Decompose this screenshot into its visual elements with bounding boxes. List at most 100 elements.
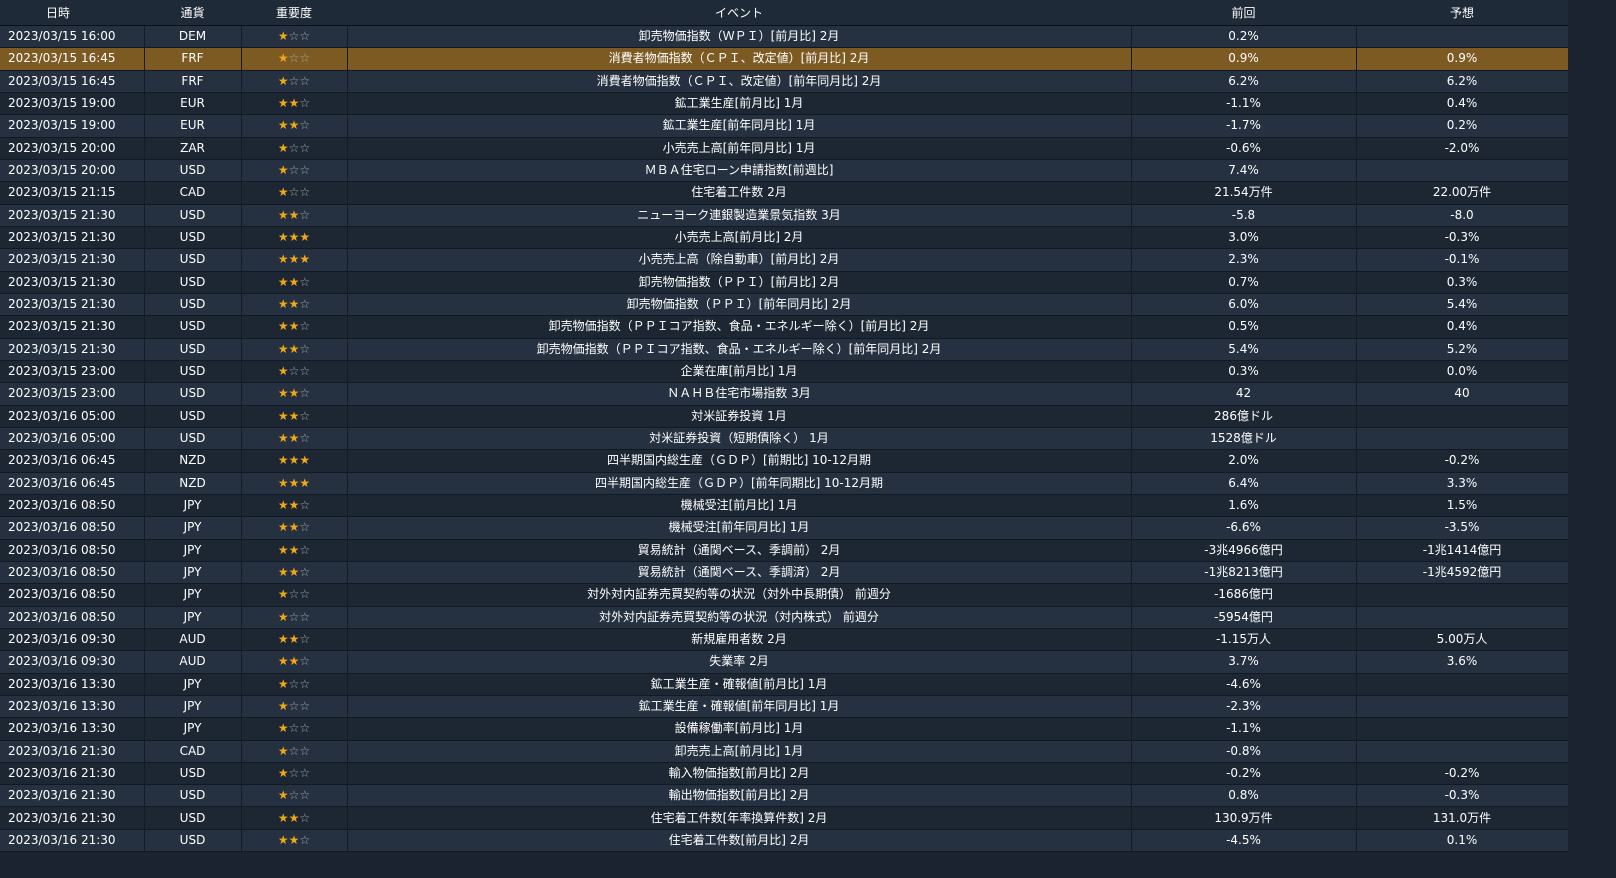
table-row[interactable]: 2023/03/15 21:30 USD ★★☆ 卸売物価指数（ＰＰＩコア指数、食品・… [0, 338, 1569, 361]
cell-importance: ★★☆ [241, 204, 348, 227]
table-row[interactable]: 2023/03/16 08:50 JPY ★★☆ 機械受注[前月比] 1月 1.6% 1.… [0, 494, 1569, 518]
cell-forecast: 3.6% [1356, 650, 1569, 674]
table-row[interactable]: 2023/03/16 13:30 JPY ★☆☆ 設備稼働率[前月比] 1月 -1.1% [0, 717, 1569, 741]
table-row[interactable]: 2023/03/16 08:50 JPY ★☆☆ 対外対内証券売買契約等の状況（対内株… [0, 606, 1569, 629]
star-empty-icon: ☆ [299, 386, 311, 401]
cell-currency: EUR [144, 114, 242, 138]
table-row[interactable]: 2023/03/16 06:45 NZD ★★★ 四半期国内総生産（ＧＤＰ）[前年同期… [0, 472, 1569, 495]
cell-currency: USD [144, 159, 242, 183]
table-row[interactable]: 2023/03/15 19:00 EUR ★★☆ 鉱工業生産[前月比] 1月 -1.1%… [0, 92, 1569, 116]
table-row[interactable]: 2023/03/16 09:30 AUD ★★☆ 新規雇用者数 2月 -1.15万人 5.… [0, 628, 1569, 652]
star-empty-icon: ☆ [299, 51, 311, 66]
cell-event: 対外対内証券売買契約等の状況（対外中長期債） 前週分 [347, 583, 1132, 607]
star-empty-icon: ☆ [299, 788, 311, 803]
cell-currency: NZD [144, 449, 242, 473]
table-row[interactable]: 2023/03/16 08:50 JPY ★★☆ 貿易統計（通関ベース、季調前） 2月… [0, 539, 1569, 562]
scrollbar-track[interactable] [1568, 0, 1616, 878]
table-row[interactable]: 2023/03/15 16:45 FRF ★☆☆ 消費者物価指数（ＣＰＩ、改定値）[前… [0, 70, 1569, 93]
table-row[interactable]: 2023/03/16 21:30 USD ★☆☆ 輸入物価指数[前月比] 2月 -0.2… [0, 762, 1569, 786]
column-header-forecast[interactable]: 予想 [1356, 0, 1568, 26]
column-header-importance[interactable]: 重要度 [241, 0, 347, 26]
table-row[interactable]: 2023/03/15 20:00 ZAR ★☆☆ 小売売上高[前年同月比] 1月 -0.… [0, 137, 1569, 160]
star-filled-icon: ★ [288, 207, 300, 222]
cell-date: 2023/03/15 16:45 [0, 70, 145, 93]
cell-date: 2023/03/16 08:50 [0, 583, 145, 607]
star-filled-icon: ★ [288, 810, 300, 825]
cell-previous: 6.0% [1131, 293, 1357, 317]
cell-event: 機械受注[前月比] 1月 [347, 494, 1132, 518]
star-empty-icon: ☆ [299, 520, 311, 535]
table-row[interactable]: 2023/03/16 21:30 USD ★★☆ 住宅着工件数[前月比] 2月 -4.5… [0, 829, 1569, 853]
economic-calendar: 日時 通貨 重要度 イベント 前回 予想 2023/03/15 16:00 DEM… [0, 0, 1569, 878]
table-row[interactable]: 2023/03/16 08:50 JPY ★☆☆ 対外対内証券売買契約等の状況（対外中… [0, 583, 1569, 607]
cell-date: 2023/03/15 16:00 [0, 25, 145, 49]
cell-currency: JPY [144, 673, 242, 696]
table-row[interactable]: 2023/03/15 19:00 EUR ★★☆ 鉱工業生産[前年同月比] 1月 -1.… [0, 114, 1569, 138]
star-empty-icon: ☆ [288, 587, 300, 602]
table-row[interactable]: 2023/03/15 21:30 USD ★★☆ 卸売物価指数（ＰＰＩ）[前月比] 2… [0, 271, 1569, 294]
table-row[interactable]: 2023/03/16 13:30 JPY ★☆☆ 鉱工業生産・確報値[前月比] 1月 -… [0, 673, 1569, 696]
table-row[interactable]: 2023/03/16 21:30 USD ★★☆ 住宅着工件数[年率換算件数] 2月 1… [0, 806, 1569, 830]
cell-importance: ★★☆ [241, 561, 348, 585]
cell-currency: USD [144, 226, 242, 250]
star-filled-icon: ★ [299, 252, 311, 267]
table-row[interactable]: 2023/03/15 21:30 USD ★★☆ 卸売物価指数（ＰＰＩコア指数、食品・… [0, 315, 1569, 339]
cell-date: 2023/03/16 21:30 [0, 784, 145, 808]
cell-importance: ★★☆ [241, 628, 348, 652]
table-row[interactable]: 2023/03/15 23:00 USD ★★☆ ＮＡＨＢ住宅市場指数 3月 42 40 [0, 382, 1569, 406]
cell-event: 卸売物価指数（ＰＰＩ）[前月比] 2月 [347, 271, 1132, 294]
table-row[interactable]: 2023/03/15 21:30 USD ★★☆ 卸売物価指数（ＰＰＩ）[前年同月比]… [0, 293, 1569, 317]
star-empty-icon: ☆ [299, 140, 311, 155]
star-filled-icon: ★ [277, 632, 289, 647]
table-row[interactable]: 2023/03/16 05:00 USD ★★☆ 対米証券投資 1月 286億ドル [0, 405, 1569, 428]
table-row[interactable]: 2023/03/15 21:30 USD ★★★ 小売売上高[前月比] 2月 3.0% -… [0, 226, 1569, 250]
table-row[interactable]: 2023/03/16 21:30 CAD ★☆☆ 卸売売上高[前月比] 1月 -0.8% [0, 740, 1569, 763]
table-row[interactable]: 2023/03/15 16:00 DEM ★☆☆ 卸売物価指数（ＷＰＩ）[前月比] 2… [0, 25, 1569, 49]
star-filled-icon: ★ [277, 498, 289, 513]
table-row[interactable]: 2023/03/15 20:00 USD ★☆☆ ＭＢＡ住宅ローン申請指数[前週比] 7… [0, 159, 1569, 183]
cell-currency: JPY [144, 516, 242, 540]
column-header-date[interactable]: 日時 [0, 0, 144, 26]
star-empty-icon: ☆ [299, 207, 311, 222]
table-row[interactable]: 2023/03/15 23:00 USD ★☆☆ 企業在庫[前月比] 1月 0.3% 0.… [0, 360, 1569, 384]
column-header-previous[interactable]: 前回 [1131, 0, 1356, 26]
cell-event: 小売売上高[前年同月比] 1月 [347, 137, 1132, 160]
column-header-currency[interactable]: 通貨 [144, 0, 241, 26]
table-row[interactable]: 2023/03/16 05:00 USD ★★☆ 対米証券投資（短期債除く） 1月 15… [0, 427, 1569, 451]
cell-currency: ZAR [144, 137, 242, 160]
cell-importance: ★☆☆ [241, 47, 348, 71]
cell-date: 2023/03/15 21:15 [0, 181, 145, 205]
cell-date: 2023/03/16 06:45 [0, 449, 145, 473]
cell-currency: USD [144, 315, 242, 339]
table-row[interactable]: 2023/03/16 08:50 JPY ★★☆ 機械受注[前年同月比] 1月 -6.6… [0, 516, 1569, 540]
table-row[interactable]: 2023/03/15 21:30 USD ★★★ 小売売上高（除自動車）[前月比] 2… [0, 248, 1569, 272]
table-row[interactable]: 2023/03/16 09:30 AUD ★★☆ 失業率 2月 3.7% 3.6% [0, 650, 1569, 674]
table-row[interactable]: 2023/03/16 08:50 JPY ★★☆ 貿易統計（通関ベース、季調済） 2月… [0, 561, 1569, 585]
cell-forecast [1356, 427, 1569, 451]
star-empty-icon: ☆ [288, 140, 300, 155]
star-filled-icon: ★ [277, 297, 289, 312]
table-row[interactable]: 2023/03/15 21:15 CAD ★☆☆ 住宅着工件数 2月 21.54万件 22… [0, 181, 1569, 205]
cell-event: 鉱工業生産・確報値[前年同月比] 1月 [347, 695, 1132, 719]
star-filled-icon: ★ [277, 341, 289, 356]
cell-date: 2023/03/16 21:30 [0, 740, 145, 763]
cell-importance: ★★☆ [241, 293, 348, 317]
cell-importance: ★★☆ [241, 427, 348, 451]
table-row[interactable]: 2023/03/15 16:45 FRF ★☆☆ 消費者物価指数（ＣＰＩ、改定値）[前… [0, 47, 1569, 71]
star-filled-icon: ★ [277, 274, 289, 289]
column-header-event[interactable]: イベント [347, 0, 1131, 26]
star-filled-icon: ★ [277, 252, 289, 267]
star-filled-icon: ★ [277, 73, 289, 88]
table-row[interactable]: 2023/03/16 06:45 NZD ★★★ 四半期国内総生産（ＧＤＰ）[前期比]… [0, 449, 1569, 473]
table-row[interactable]: 2023/03/16 21:30 USD ★☆☆ 輸出物価指数[前月比] 2月 0.8%… [0, 784, 1569, 808]
cell-importance: ★☆☆ [241, 25, 348, 49]
table-row[interactable]: 2023/03/16 13:30 JPY ★☆☆ 鉱工業生産・確報値[前年同月比] 1… [0, 695, 1569, 719]
cell-previous: 0.5% [1131, 315, 1357, 339]
star-filled-icon: ★ [277, 163, 289, 178]
table-row[interactable]: 2023/03/15 21:30 USD ★★☆ ニューヨーク連銀製造業景気指数 3月… [0, 204, 1569, 227]
cell-currency: USD [144, 338, 242, 361]
cell-date: 2023/03/16 21:30 [0, 762, 145, 786]
cell-currency: USD [144, 248, 242, 272]
cell-previous: -1.1% [1131, 92, 1357, 116]
cell-event: 住宅着工件数[年率換算件数] 2月 [347, 806, 1132, 830]
